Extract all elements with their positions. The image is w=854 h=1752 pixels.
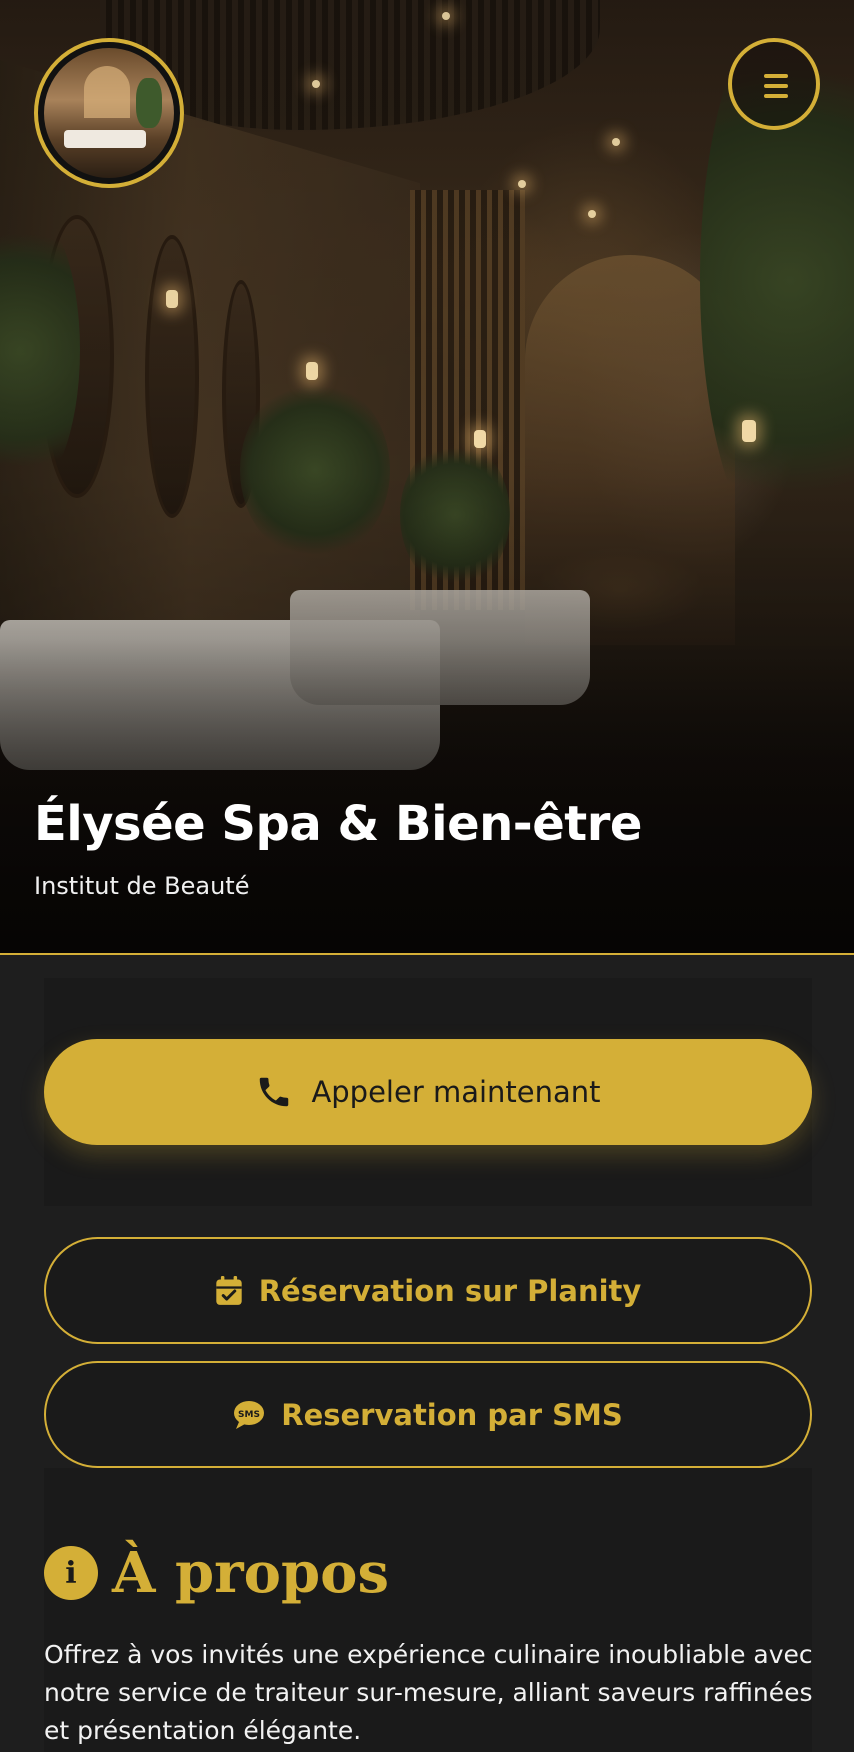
about-heading: À propos [112,1540,389,1606]
about-section-title: i À propos [44,1540,389,1606]
page-title: Élysée Spa & Bien-être [34,796,642,852]
logo-arch [84,66,130,118]
hamburger-menu-icon [764,84,788,88]
sms-booking-button[interactable]: SMS Reservation par SMS [44,1361,812,1468]
call-now-label: Appeler maintenant [311,1075,601,1109]
info-icon: i [44,1546,98,1600]
hamburger-menu-icon [764,94,788,98]
sms-bubble-icon: SMS [234,1400,265,1429]
menu-button[interactable] [728,38,820,130]
svg-text:SMS: SMS [238,1410,260,1420]
hero-divider [0,953,854,955]
logo-plant [136,78,162,128]
sms-booking-label: Reservation par SMS [281,1397,623,1432]
hamburger-menu-icon [764,74,788,78]
logo-massage-table [64,130,146,148]
page-subtitle: Institut de Beauté [34,872,250,900]
planity-booking-label: Réservation sur Planity [258,1273,642,1308]
spa-logo[interactable] [34,38,184,188]
about-description: Offrez à vos invités une expérience culi… [44,1640,813,1745]
spa-logo-image [44,48,174,178]
planity-booking-button[interactable]: Réservation sur Planity [44,1237,812,1344]
call-now-button[interactable]: Appeler maintenant [44,1039,812,1145]
phone-icon [260,1077,289,1107]
calendar-check-icon [216,1275,242,1305]
